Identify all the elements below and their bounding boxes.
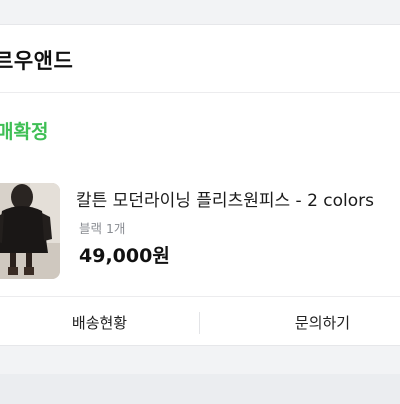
product-option: 블랙 1개 bbox=[79, 221, 126, 236]
store-header[interactable]: 르우앤드 bbox=[0, 25, 400, 93]
product-title[interactable]: 칼튼 모던라이닝 플리츠원피스 - 2 colors bbox=[76, 186, 374, 211]
order-status: 매확정 bbox=[0, 121, 49, 143]
order-card: 르우앤드 매확정 칼튼 모던라이닝 플리츠원피스 - 2 colors 블랙 1… bbox=[0, 24, 400, 346]
inquiry-button[interactable]: 문의하기 bbox=[200, 297, 400, 345]
product-thumbnail[interactable] bbox=[0, 183, 60, 279]
store-name[interactable]: 르우앤드 bbox=[0, 45, 73, 75]
product-price: 49,000원 bbox=[79, 245, 170, 267]
shipping-status-button[interactable]: 배송현황 bbox=[0, 297, 199, 345]
dress-photo-icon bbox=[0, 183, 60, 279]
